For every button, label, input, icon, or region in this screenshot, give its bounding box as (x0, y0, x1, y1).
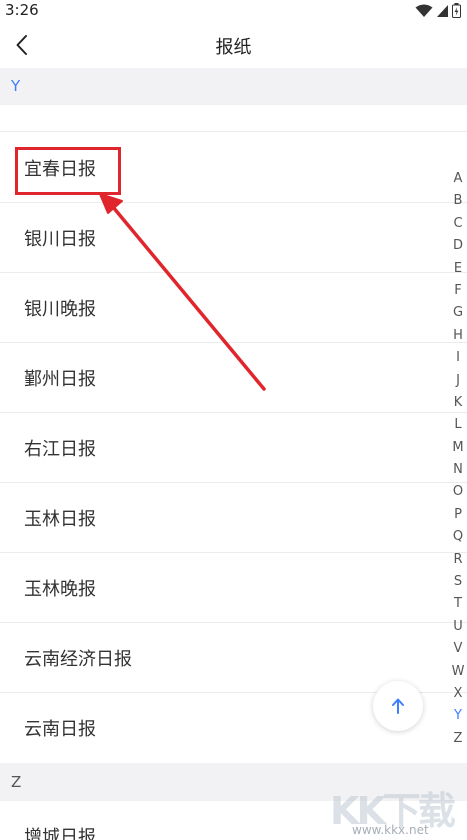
section-header-z: Z (0, 763, 467, 801)
index-letter-h[interactable]: H (449, 325, 467, 347)
index-letter-i[interactable]: I (449, 347, 467, 369)
status-time: 3:26 (5, 1, 39, 19)
list-item-zengcheng-daily[interactable]: 增城日报 (0, 801, 467, 840)
list-item-label: 右江日报 (24, 438, 96, 460)
list-item-label: 玉林日报 (24, 508, 96, 530)
list-item-label: 云南经济日报 (24, 648, 132, 670)
list-item-label: 宜春日报 (24, 158, 96, 180)
list-item-partial-top[interactable] (0, 105, 467, 132)
status-icons (415, 3, 461, 18)
index-letter-l[interactable]: L (449, 414, 467, 436)
index-letter-s[interactable]: S (449, 571, 467, 593)
list-item-yinzhou-daily[interactable]: 鄞州日报 (0, 343, 467, 413)
index-letter-t[interactable]: T (449, 593, 467, 615)
alphabet-index-bar[interactable]: ABCDEFGHIJKLMNOPQRSTUVWXYZ (449, 168, 467, 750)
index-letter-y[interactable]: Y (449, 705, 467, 727)
index-letter-o[interactable]: O (449, 481, 467, 503)
list-item-yulin-evening[interactable]: 玉林晚报 (0, 553, 467, 623)
index-letter-f[interactable]: F (449, 280, 467, 302)
list-item-label: 银川晚报 (24, 298, 96, 320)
list-item-label: 云南日报 (24, 719, 96, 740)
index-letter-q[interactable]: Q (449, 526, 467, 548)
list-item-yulin-daily[interactable]: 玉林日报 (0, 483, 467, 553)
arrow-up-icon (392, 698, 404, 714)
index-letter-w[interactable]: W (449, 661, 467, 683)
page-title: 报纸 (215, 37, 252, 58)
list-item-label: 银川日报 (24, 228, 96, 250)
index-letter-u[interactable]: U (449, 616, 467, 638)
index-letter-r[interactable]: R (449, 549, 467, 571)
index-letter-m[interactable]: M (449, 437, 467, 459)
wifi-icon (415, 4, 433, 17)
index-letter-e[interactable]: E (449, 258, 467, 280)
battery-icon (452, 3, 461, 18)
signal-icon (437, 4, 448, 17)
index-letter-x[interactable]: X (449, 683, 467, 705)
index-letter-a[interactable]: A (449, 168, 467, 190)
index-letter-b[interactable]: B (449, 190, 467, 212)
list-item-yinchuan-evening[interactable]: 银川晚报 (0, 273, 467, 343)
index-letter-p[interactable]: P (449, 504, 467, 526)
list-item-yichun-daily[interactable]: 宜春日报 (0, 133, 467, 203)
index-letter-n[interactable]: N (449, 459, 467, 481)
index-letter-g[interactable]: G (449, 302, 467, 324)
nav-bar: 报纸 (0, 22, 467, 68)
list-item-label: 玉林晚报 (24, 578, 96, 600)
list-item-label: 增城日报 (24, 827, 96, 840)
index-letter-d[interactable]: D (449, 235, 467, 257)
list-item-yinchuan-daily[interactable]: 银川日报 (0, 203, 467, 273)
index-letter-j[interactable]: J (449, 370, 467, 392)
scroll-to-top-button[interactable] (373, 681, 423, 731)
list-item-youjiang-daily[interactable]: 右江日报 (0, 413, 467, 483)
status-bar: 3:26 (0, 0, 467, 22)
list-item-label: 鄞州日报 (24, 368, 96, 390)
index-letter-k[interactable]: K (449, 392, 467, 414)
index-letter-v[interactable]: V (449, 638, 467, 660)
section-header-y: Y (0, 68, 467, 105)
index-letter-z[interactable]: Z (449, 728, 467, 750)
index-letter-c[interactable]: C (449, 213, 467, 235)
